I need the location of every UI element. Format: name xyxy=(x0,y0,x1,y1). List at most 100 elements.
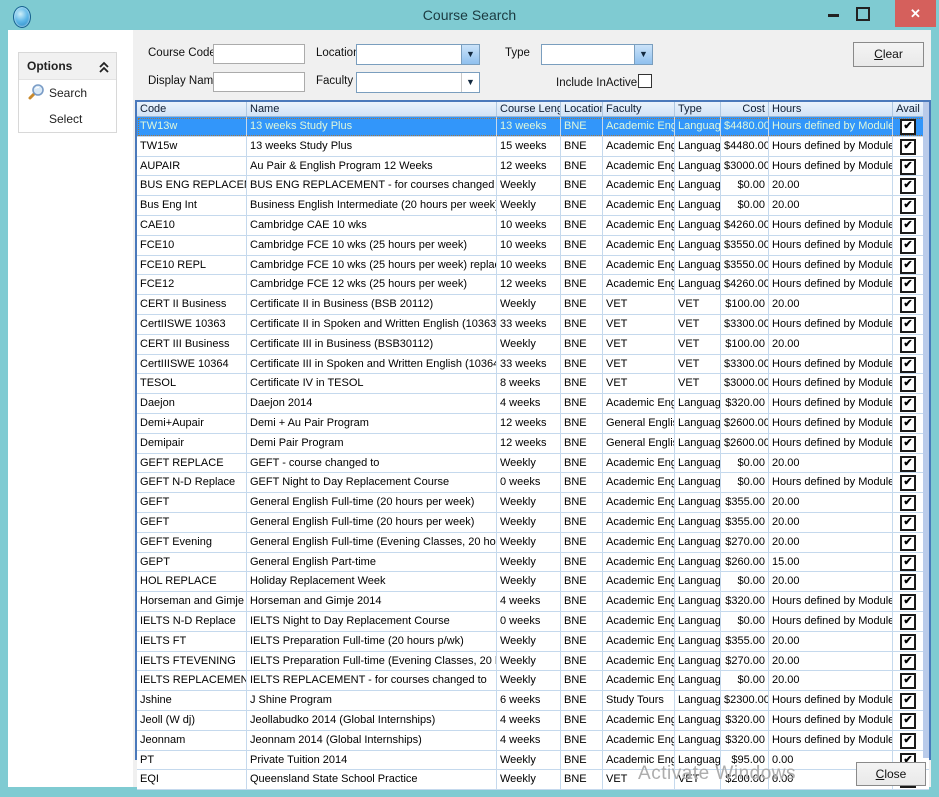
sidebar-item-select[interactable]: Select xyxy=(19,106,116,132)
table-row[interactable]: GEFT N-D ReplaceGEFT Night to Day Replac… xyxy=(137,473,929,493)
close-window-button[interactable]: ✕ xyxy=(895,0,936,27)
table-row[interactable]: AUPAIRAu Pair & English Program 12 Weeks… xyxy=(137,157,929,177)
faculty-dropdown[interactable]: ▼ xyxy=(356,72,480,93)
avail-checkbox[interactable]: ✔ xyxy=(900,654,916,670)
avail-checkbox[interactable]: ✔ xyxy=(900,218,916,234)
type-dropdown[interactable]: ▼ xyxy=(541,44,653,65)
table-row[interactable]: Jeoll (W dj)Jeollabudko 2014 (Global Int… xyxy=(137,711,929,731)
avail-checkbox[interactable]: ✔ xyxy=(900,337,916,353)
close-button[interactable]: Close xyxy=(856,762,926,786)
table-row[interactable]: IELTS REPLACEMENTIELTS REPLACEMENT - for… xyxy=(137,671,929,691)
avail-checkbox[interactable]: ✔ xyxy=(900,317,916,333)
column-header-avail[interactable]: Avail xyxy=(893,102,923,116)
table-row[interactable]: Bus Eng IntBusiness English Intermediate… xyxy=(137,196,929,216)
minimize-button[interactable] xyxy=(821,0,847,27)
avail-checkbox[interactable]: ✔ xyxy=(900,178,916,194)
table-row[interactable]: CertIISWE 10363Certificate II in Spoken … xyxy=(137,315,929,335)
table-row[interactable]: CERT III BusinessCertificate III in Busi… xyxy=(137,335,929,355)
avail-checkbox[interactable]: ✔ xyxy=(900,139,916,155)
column-header-type[interactable]: Type xyxy=(675,102,721,116)
table-row[interactable]: EQIQueensland State School PracticeWeekl… xyxy=(137,770,929,790)
table-row[interactable]: FCE10 REPLCambridge FCE 10 wks (25 hours… xyxy=(137,256,929,276)
cell-avail: ✔ xyxy=(893,315,923,334)
table-row[interactable]: Demi+AupairDemi + Au Pair Program12 week… xyxy=(137,414,929,434)
avail-checkbox[interactable]: ✔ xyxy=(900,357,916,373)
avail-checkbox[interactable]: ✔ xyxy=(900,515,916,531)
table-row[interactable]: TW15w13 weeks Study Plus15 weeksBNEAcade… xyxy=(137,137,929,157)
avail-checkbox[interactable]: ✔ xyxy=(900,416,916,432)
table-row[interactable]: FCE10Cambridge FCE 10 wks (25 hours per … xyxy=(137,236,929,256)
column-header-cost[interactable]: Cost xyxy=(721,102,769,116)
table-row[interactable]: GEFTGeneral English Full-time (20 hours … xyxy=(137,493,929,513)
table-row[interactable]: HOL REPLACEHoliday Replacement WeekWeekl… xyxy=(137,572,929,592)
table-row[interactable]: CAE10Cambridge CAE 10 wks10 weeksBNEAcad… xyxy=(137,216,929,236)
display-name-input[interactable] xyxy=(213,72,305,92)
table-row[interactable]: TW13w13 weeks Study Plus13 weeksBNEAcade… xyxy=(137,117,929,137)
column-header-code[interactable]: Code xyxy=(137,102,247,116)
table-row[interactable]: BUS ENG REPLACEMENTBUS ENG REPLACEMENT -… xyxy=(137,176,929,196)
type-dropdown-arrow-icon[interactable]: ▼ xyxy=(634,45,652,64)
column-header-course-length[interactable]: Course Length xyxy=(497,102,561,116)
avail-checkbox[interactable]: ✔ xyxy=(900,396,916,412)
column-header-name[interactable]: Name xyxy=(247,102,497,116)
table-row[interactable]: Horseman and GimjeHorseman and Gimje 201… xyxy=(137,592,929,612)
location-dropdown[interactable]: ▼ xyxy=(356,44,480,65)
maximize-button[interactable] xyxy=(849,0,875,27)
avail-checkbox[interactable]: ✔ xyxy=(900,555,916,571)
avail-checkbox[interactable]: ✔ xyxy=(900,535,916,551)
faculty-dropdown-arrow-icon[interactable]: ▼ xyxy=(461,73,479,92)
avail-checkbox[interactable]: ✔ xyxy=(900,159,916,175)
avail-checkbox[interactable]: ✔ xyxy=(900,277,916,293)
avail-checkbox[interactable]: ✔ xyxy=(900,456,916,472)
avail-checkbox[interactable]: ✔ xyxy=(900,634,916,650)
avail-checkbox[interactable]: ✔ xyxy=(900,693,916,709)
table-row[interactable]: PTPrivate Tuition 2014WeeklyBNEAcademic … xyxy=(137,751,929,771)
avail-checkbox[interactable]: ✔ xyxy=(900,258,916,274)
column-header-hours[interactable]: Hours xyxy=(769,102,893,116)
avail-checkbox[interactable]: ✔ xyxy=(900,297,916,313)
avail-checkbox[interactable]: ✔ xyxy=(900,119,916,135)
table-row[interactable]: GEPTGeneral English Part-timeWeeklyBNEAc… xyxy=(137,553,929,573)
table-row[interactable]: FCE12Cambridge FCE 12 wks (25 hours per … xyxy=(137,275,929,295)
avail-checkbox[interactable]: ✔ xyxy=(900,713,916,729)
options-header[interactable]: Options xyxy=(19,53,116,80)
course-code-input[interactable] xyxy=(213,44,305,64)
avail-checkbox[interactable]: ✔ xyxy=(900,475,916,491)
table-row[interactable]: GEFTGeneral English Full-time (20 hours … xyxy=(137,513,929,533)
table-row[interactable]: IELTS FTIELTS Preparation Full-time (20 … xyxy=(137,632,929,652)
avail-checkbox[interactable]: ✔ xyxy=(900,495,916,511)
avail-checkbox[interactable]: ✔ xyxy=(900,594,916,610)
column-header-location[interactable]: Location xyxy=(561,102,603,116)
vertical-scrollbar[interactable] xyxy=(923,102,929,758)
table-row[interactable]: CertIIISWE 10364Certificate III in Spoke… xyxy=(137,355,929,375)
location-dropdown-arrow-icon[interactable]: ▼ xyxy=(461,45,479,64)
avail-checkbox[interactable]: ✔ xyxy=(900,198,916,214)
table-row[interactable]: GEFT EveningGeneral English Full-time (E… xyxy=(137,533,929,553)
avail-checkbox[interactable]: ✔ xyxy=(900,733,916,749)
include-inactive-checkbox[interactable] xyxy=(638,74,652,88)
avail-checkbox[interactable]: ✔ xyxy=(900,238,916,254)
table-row[interactable]: DemipairDemi Pair Program12 weeksBNEGene… xyxy=(137,434,929,454)
table-row[interactable]: TESOLCertificate IV in TESOL8 weeksBNEVE… xyxy=(137,374,929,394)
table-row[interactable]: CERT II BusinessCertificate II in Busine… xyxy=(137,295,929,315)
table-row[interactable]: JeonnamJeonnam 2014 (Global Internships)… xyxy=(137,731,929,751)
clear-button[interactable]: Clear xyxy=(853,42,924,67)
table-row[interactable]: DaejonDaejon 20144 weeksBNEAcademic Engl… xyxy=(137,394,929,414)
avail-checkbox[interactable]: ✔ xyxy=(900,614,916,630)
table-row[interactable]: JshineJ Shine Program6 weeksBNEStudy Tou… xyxy=(137,691,929,711)
table-row[interactable]: IELTS FTEVENINGIELTS Preparation Full-ti… xyxy=(137,652,929,672)
cell-name: Cambridge CAE 10 wks xyxy=(247,216,497,235)
table-row[interactable]: IELTS N-D ReplaceIELTS Night to Day Repl… xyxy=(137,612,929,632)
avail-checkbox[interactable]: ✔ xyxy=(900,376,916,392)
table-row[interactable]: GEFT REPLACEGEFT - course changed toWeek… xyxy=(137,454,929,474)
options-panel: Options Search Select xyxy=(18,52,117,133)
avail-checkbox[interactable]: ✔ xyxy=(900,436,916,452)
avail-checkbox[interactable]: ✔ xyxy=(900,574,916,590)
collapse-chevrons-icon[interactable] xyxy=(98,58,110,72)
cell-name: IELTS Preparation Full-time (Evening Cla… xyxy=(247,652,497,671)
cell-code: GEFT xyxy=(137,513,247,532)
titlebar[interactable]: Course Search ✕ xyxy=(0,0,939,30)
column-header-faculty[interactable]: Faculty xyxy=(603,102,675,116)
avail-checkbox[interactable]: ✔ xyxy=(900,673,916,689)
sidebar-item-search[interactable]: Search xyxy=(19,80,116,106)
